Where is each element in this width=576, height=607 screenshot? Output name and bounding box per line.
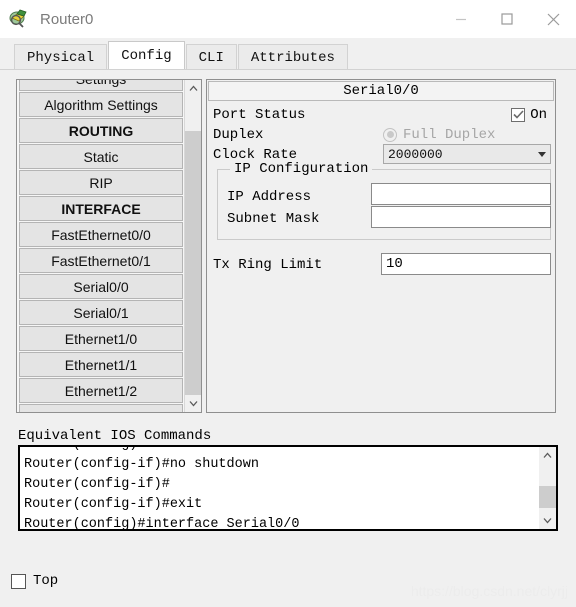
clock-rate-select[interactable]: 2000000 bbox=[383, 144, 551, 164]
sidebar-scrollbar[interactable] bbox=[184, 80, 201, 412]
sidebar-viewport: Settings Algorithm Settings ROUTING Stat… bbox=[17, 80, 185, 412]
interface-config-panel: Serial0/0 Port Status On Duplex Full Dup… bbox=[206, 79, 556, 413]
config-content: Settings Algorithm Settings ROUTING Stat… bbox=[0, 70, 576, 560]
sidebar-item-ethernet1-0[interactable]: Ethernet1/0 bbox=[19, 326, 183, 351]
window-footer: Top https://blog.csdn.net/clyrjj bbox=[0, 560, 576, 607]
top-checkbox-label: Top bbox=[33, 573, 59, 589]
tab-physical[interactable]: Physical bbox=[14, 44, 108, 70]
sidebar-item-rip[interactable]: RIP bbox=[19, 170, 183, 195]
port-status-control: On bbox=[511, 104, 547, 125]
chevron-down-icon[interactable] bbox=[539, 512, 556, 529]
top-checkbox[interactable] bbox=[11, 573, 26, 589]
sidebar-header-routing: ROUTING bbox=[19, 118, 183, 143]
tab-strip: Physical Config CLI Attributes bbox=[0, 38, 576, 70]
full-duplex-label: Full Duplex bbox=[403, 126, 496, 143]
sidebar-item-static[interactable]: Static bbox=[19, 144, 183, 169]
subnet-mask-row: Subnet Mask bbox=[227, 208, 319, 229]
clock-rate-value: 2000000 bbox=[388, 146, 443, 162]
tx-ring-limit-label: Tx Ring Limit bbox=[213, 256, 323, 273]
title-bar: Router0 bbox=[0, 0, 576, 38]
sidebar-item-ethernet1-1[interactable]: Ethernet1/1 bbox=[19, 352, 183, 377]
sidebar-scroll-thumb[interactable] bbox=[185, 131, 201, 395]
sidebar-item-serial0-0[interactable]: Serial0/0 bbox=[19, 274, 183, 299]
tab-attributes[interactable]: Attributes bbox=[237, 44, 348, 70]
port-status-state-label: On bbox=[530, 106, 547, 123]
watermark: https://blog.csdn.net/clyrjj bbox=[410, 583, 568, 599]
config-sidebar: Settings Algorithm Settings ROUTING Stat… bbox=[16, 79, 202, 413]
chevron-up-icon[interactable] bbox=[539, 447, 556, 464]
tab-cli[interactable]: CLI bbox=[185, 44, 237, 70]
tx-ring-limit-input[interactable]: 10 bbox=[381, 253, 551, 275]
window-title: Router0 bbox=[40, 10, 94, 28]
top-checkbox-group[interactable]: Top bbox=[11, 573, 58, 589]
tab-config[interactable]: Config bbox=[108, 41, 185, 70]
ios-commands-lines: Router(config)#interface Serial0/0 Route… bbox=[20, 447, 540, 531]
chevron-up-icon[interactable] bbox=[185, 80, 201, 97]
console-line: Router(config)#interface Serial0/0 bbox=[24, 517, 300, 531]
console-line: Router(config-if)# bbox=[24, 477, 170, 492]
maximize-icon[interactable] bbox=[484, 0, 530, 38]
duplex-row: Duplex bbox=[213, 124, 263, 145]
sidebar-scroll-track[interactable] bbox=[185, 97, 201, 395]
chevron-down-icon[interactable] bbox=[185, 395, 201, 412]
ip-configuration-title: IP Configuration bbox=[230, 161, 373, 177]
duplex-option: Full Duplex bbox=[383, 124, 495, 145]
ip-address-row: IP Address bbox=[227, 186, 311, 207]
minimize-icon[interactable] bbox=[438, 0, 484, 38]
sidebar-item-fastethernet0-1[interactable]: FastEthernet0/1 bbox=[19, 248, 183, 273]
console-line: Router(config)#interface Serial0/0 bbox=[24, 447, 540, 455]
panel-title: Serial0/0 bbox=[208, 81, 554, 101]
console-scroll-thumb[interactable] bbox=[539, 486, 556, 508]
sidebar-header-interface: INTERFACE bbox=[19, 196, 183, 221]
sidebar-item-ethernet1-2[interactable]: Ethernet1/2 bbox=[19, 378, 183, 403]
sidebar-item-fastethernet0-0[interactable]: FastEthernet0/0 bbox=[19, 222, 183, 247]
port-status-checkbox[interactable] bbox=[511, 107, 526, 122]
window-controls bbox=[438, 0, 576, 38]
ios-commands-console[interactable]: Router(config)#interface Serial0/0 Route… bbox=[18, 445, 558, 531]
sidebar-list: Settings Algorithm Settings ROUTING Stat… bbox=[17, 80, 185, 412]
sidebar-item-algorithm-settings[interactable]: Algorithm Settings bbox=[19, 92, 183, 117]
tx-ring-limit-row: Tx Ring Limit bbox=[213, 254, 322, 275]
chevron-down-icon[interactable] bbox=[538, 151, 546, 157]
port-status-label: Port Status bbox=[213, 106, 306, 123]
sidebar-item-ethernet1-3[interactable]: Ethernet1/3 bbox=[19, 404, 183, 412]
close-icon[interactable] bbox=[530, 0, 576, 38]
console-scroll-track[interactable] bbox=[539, 464, 556, 512]
console-line: Router(config-if)#exit bbox=[24, 497, 203, 512]
sidebar-item-serial0-1[interactable]: Serial0/1 bbox=[19, 300, 183, 325]
duplex-label: Duplex bbox=[213, 126, 264, 143]
console-scrollbar[interactable] bbox=[539, 447, 556, 529]
port-status-row: Port Status bbox=[213, 104, 305, 125]
ip-address-input[interactable] bbox=[371, 183, 551, 205]
sidebar-item-settings[interactable]: Settings bbox=[19, 80, 183, 91]
ios-commands-label: Equivalent IOS Commands bbox=[18, 428, 212, 444]
full-duplex-radio bbox=[383, 127, 397, 142]
console-line: Router(config-if)#no shutdown bbox=[24, 457, 259, 472]
router-magnifier-icon bbox=[8, 7, 32, 31]
subnet-mask-input[interactable] bbox=[371, 206, 551, 228]
ip-address-label: IP Address bbox=[227, 188, 312, 205]
subnet-mask-label: Subnet Mask bbox=[227, 210, 320, 227]
router-config-window: Router0 Physical Config CLI Attributes A… bbox=[0, 0, 576, 607]
